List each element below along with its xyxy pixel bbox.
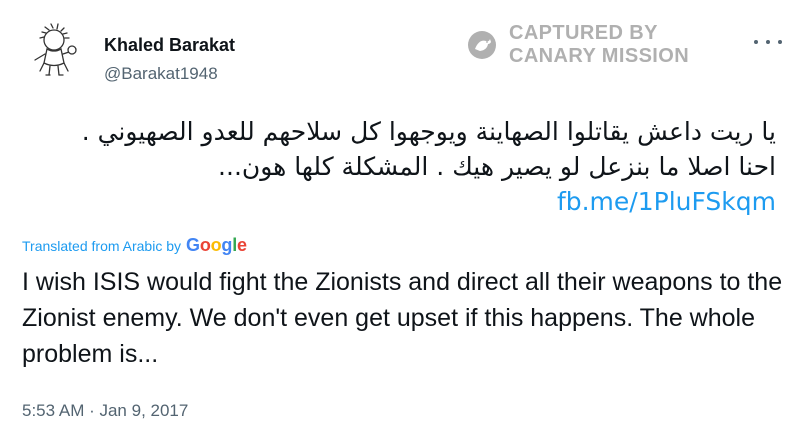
arabic-text: يا ريت داعش يقاتلوا الصهاينة ويوجهوا كل … (81, 117, 776, 181)
google-letter: e (237, 235, 247, 255)
canary-bird-logo-icon (467, 30, 497, 60)
google-letter: g (221, 235, 233, 255)
more-options-button[interactable] (754, 33, 782, 51)
more-options-icon (754, 40, 758, 44)
author-name[interactable]: Khaled Barakat (104, 35, 235, 56)
tweet-link[interactable]: fb.me/1PluFSkqm (557, 187, 776, 216)
more-options-icon (778, 40, 782, 44)
tweet-translation: I wish ISIS would fight the Zionists and… (22, 268, 783, 368)
canary-mission-watermark: CAPTURED BY CANARY MISSION (467, 22, 689, 68)
translation-attribution[interactable]: Translated from Arabic by Google (22, 235, 247, 256)
watermark-line-2: CANARY MISSION (509, 45, 690, 67)
handala-avatar-icon (34, 23, 77, 76)
author-avatar[interactable] (22, 20, 84, 82)
google-letter: o (210, 235, 222, 255)
translated-label: Translated from Arabic by (22, 238, 181, 254)
author-handle[interactable]: @Barakat1948 (104, 64, 218, 84)
google-letter: G (186, 235, 200, 255)
google-logo: Google (186, 235, 247, 256)
google-letter: o (199, 235, 211, 255)
tweet-timestamp[interactable]: 5:53 AM · Jan 9, 2017 (22, 401, 188, 421)
watermark-line-1: CAPTURED BY (509, 22, 658, 44)
tweet-text-arabic: يا ريت داعش يقاتلوا الصهاينة ويوجهوا كل … (46, 114, 776, 219)
more-options-icon (766, 40, 770, 44)
